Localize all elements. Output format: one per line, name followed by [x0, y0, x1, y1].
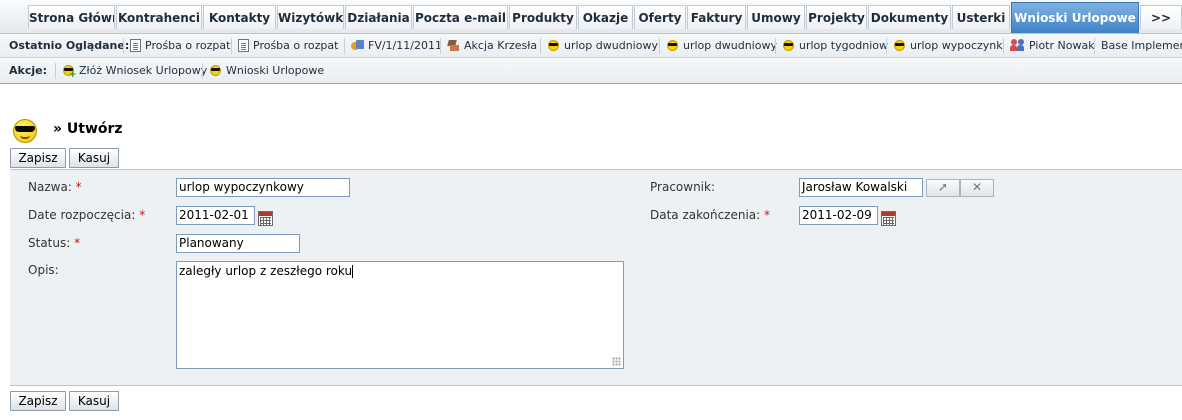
create-form-panel: Nazwa: * urlop wypoczynkowy Date rozpocz…	[10, 169, 1182, 386]
recent-item-label: Prośba o rozpat	[145, 39, 231, 52]
separator	[1003, 38, 1004, 54]
tab-item[interactable]: Wnioski Urlopowe	[1011, 2, 1139, 33]
sun-icon	[666, 39, 679, 52]
sun-plus-icon: +	[62, 64, 77, 79]
close-icon: ✕	[971, 180, 983, 194]
recent-item-label: urlop wypoczynk	[910, 39, 1003, 52]
status-input[interactable]: Planowany	[176, 234, 300, 253]
recent-item[interactable]: FV/1/11/2011	[351, 34, 442, 57]
status-label: Status: *	[28, 236, 81, 250]
cancel-button-bottom[interactable]: Kasuj	[69, 391, 119, 411]
tab-item[interactable]: Działania	[345, 5, 412, 29]
recent-item-label: Base Implementa	[1101, 39, 1182, 52]
recent-item-label: FV/1/11/2011	[368, 39, 442, 52]
page-title: » Utwórz	[53, 121, 123, 137]
separator	[55, 63, 56, 79]
chair-icon	[447, 39, 460, 52]
document-icon	[238, 38, 249, 52]
action-item-label: Wnioski Urlopowe	[226, 64, 325, 77]
tab-item[interactable]: Poczta e-mail	[413, 5, 508, 29]
tab-item[interactable]: Dokumenty	[868, 5, 951, 29]
recent-item[interactable]: Prośba o rozpat	[130, 34, 231, 57]
tab-item[interactable]: Kontrahenci	[116, 5, 202, 29]
end-date-input[interactable]: 2011-02-09	[799, 206, 878, 225]
separator	[344, 38, 345, 54]
sun-icon	[209, 64, 222, 77]
tab-item[interactable]: Produkty	[509, 5, 577, 29]
tab-more[interactable]: >>	[1140, 5, 1182, 29]
separator	[775, 38, 776, 54]
cancel-button-top[interactable]: Kasuj	[69, 148, 119, 168]
separator	[231, 38, 232, 54]
recent-item-label: urlop tygodniow	[799, 39, 889, 52]
main-tab-bar: Strona GłównaKontrahenciKontaktyWizytówk…	[0, 0, 1182, 34]
cursor-arrow-icon: ➚	[937, 180, 949, 194]
invoice-icon	[351, 39, 364, 52]
separator	[123, 38, 124, 54]
save-button-bottom[interactable]: Zapisz	[10, 391, 66, 411]
recent-item[interactable]: urlop dwudniowy	[547, 34, 658, 57]
actions-label: Akcje:	[9, 64, 47, 77]
submit-leave-request-action[interactable]: + Złóż Wniosek Urlopowy	[62, 59, 207, 83]
select-employee-button[interactable]: ➚	[926, 179, 960, 197]
tab-item[interactable]: Kontakty	[203, 5, 276, 29]
start-date-calendar-icon[interactable]	[258, 211, 273, 226]
end-date-calendar-icon[interactable]	[881, 211, 896, 226]
end-date-label: Data zakończenia: *	[650, 208, 771, 222]
recent-item[interactable]: Piotr Nowak	[1010, 34, 1095, 57]
recent-item-label: urlop dwudniowy	[683, 39, 777, 52]
tab-item[interactable]: Usterki	[952, 5, 1010, 29]
name-input[interactable]: urlop wypoczynkowy	[176, 178, 350, 197]
recent-item-label: Akcja Krzesła	[464, 39, 538, 52]
sun-icon	[547, 39, 560, 52]
name-label: Nazwa: *	[28, 180, 82, 194]
leave-requests-action[interactable]: Wnioski Urlopowe	[209, 59, 324, 83]
tab-item[interactable]: Projekty	[806, 5, 867, 29]
actions-bar: Akcje: + Złóż Wniosek Urlopowy Wnioski Url…	[0, 58, 1182, 84]
action-item-label: Złóż Wniosek Urlopowy	[79, 64, 208, 77]
tab-item[interactable]: Okazje	[578, 5, 633, 29]
tab-item[interactable]: Strona Główna	[28, 5, 115, 29]
start-date-input[interactable]: 2011-02-01	[176, 206, 255, 225]
recent-item[interactable]: Akcja Krzesła	[447, 34, 538, 57]
clear-employee-button[interactable]: ✕	[960, 179, 994, 197]
separator	[1094, 38, 1095, 54]
recent-item[interactable]: urlop dwudniowy	[666, 34, 777, 57]
description-label: Opis:	[28, 263, 59, 277]
sun-icon	[782, 39, 795, 52]
separator	[886, 38, 887, 54]
recent-item-label: urlop dwudniowy	[564, 39, 658, 52]
recently-viewed-label: Ostatnio Oglądane:	[9, 39, 130, 52]
employee-label: Pracownik:	[650, 180, 715, 194]
sunglasses-sun-icon	[11, 117, 39, 145]
recent-item[interactable]: Prośba o rozpat	[238, 34, 339, 57]
recent-item[interactable]: Base Implementa	[1101, 34, 1182, 57]
description-textarea[interactable]: zaległy urlop z zeszłego roku	[176, 261, 624, 369]
recently-viewed-bar: Ostatnio Oglądane: Prośba o rozpat Prośba…	[0, 34, 1182, 58]
save-button-top[interactable]: Zapisz	[10, 148, 66, 168]
separator	[440, 38, 441, 54]
recent-item[interactable]: urlop wypoczynk	[893, 34, 1003, 57]
document-icon	[130, 38, 141, 52]
separator	[659, 38, 660, 54]
sun-icon	[893, 39, 906, 52]
description-text: zaległy urlop z zeszłego roku	[179, 264, 353, 278]
recent-item[interactable]: urlop tygodniow	[782, 34, 889, 57]
recent-item-label: Prośba o rozpat	[253, 39, 339, 52]
recent-item-label: Piotr Nowak	[1029, 39, 1095, 52]
resize-grip-icon[interactable]	[612, 357, 621, 366]
tab-item[interactable]: Umowy	[747, 5, 805, 29]
separator	[202, 63, 203, 79]
tab-item[interactable]: Faktury	[687, 5, 746, 29]
tab-item[interactable]: Wizytówki	[277, 5, 344, 29]
start-date-label: Date rozpoczęcia: *	[28, 208, 146, 222]
tab-item[interactable]: Oferty	[634, 5, 686, 29]
separator	[540, 38, 541, 54]
employee-input[interactable]: Jarosław Kowalski	[799, 178, 923, 197]
users-icon	[1010, 38, 1025, 52]
